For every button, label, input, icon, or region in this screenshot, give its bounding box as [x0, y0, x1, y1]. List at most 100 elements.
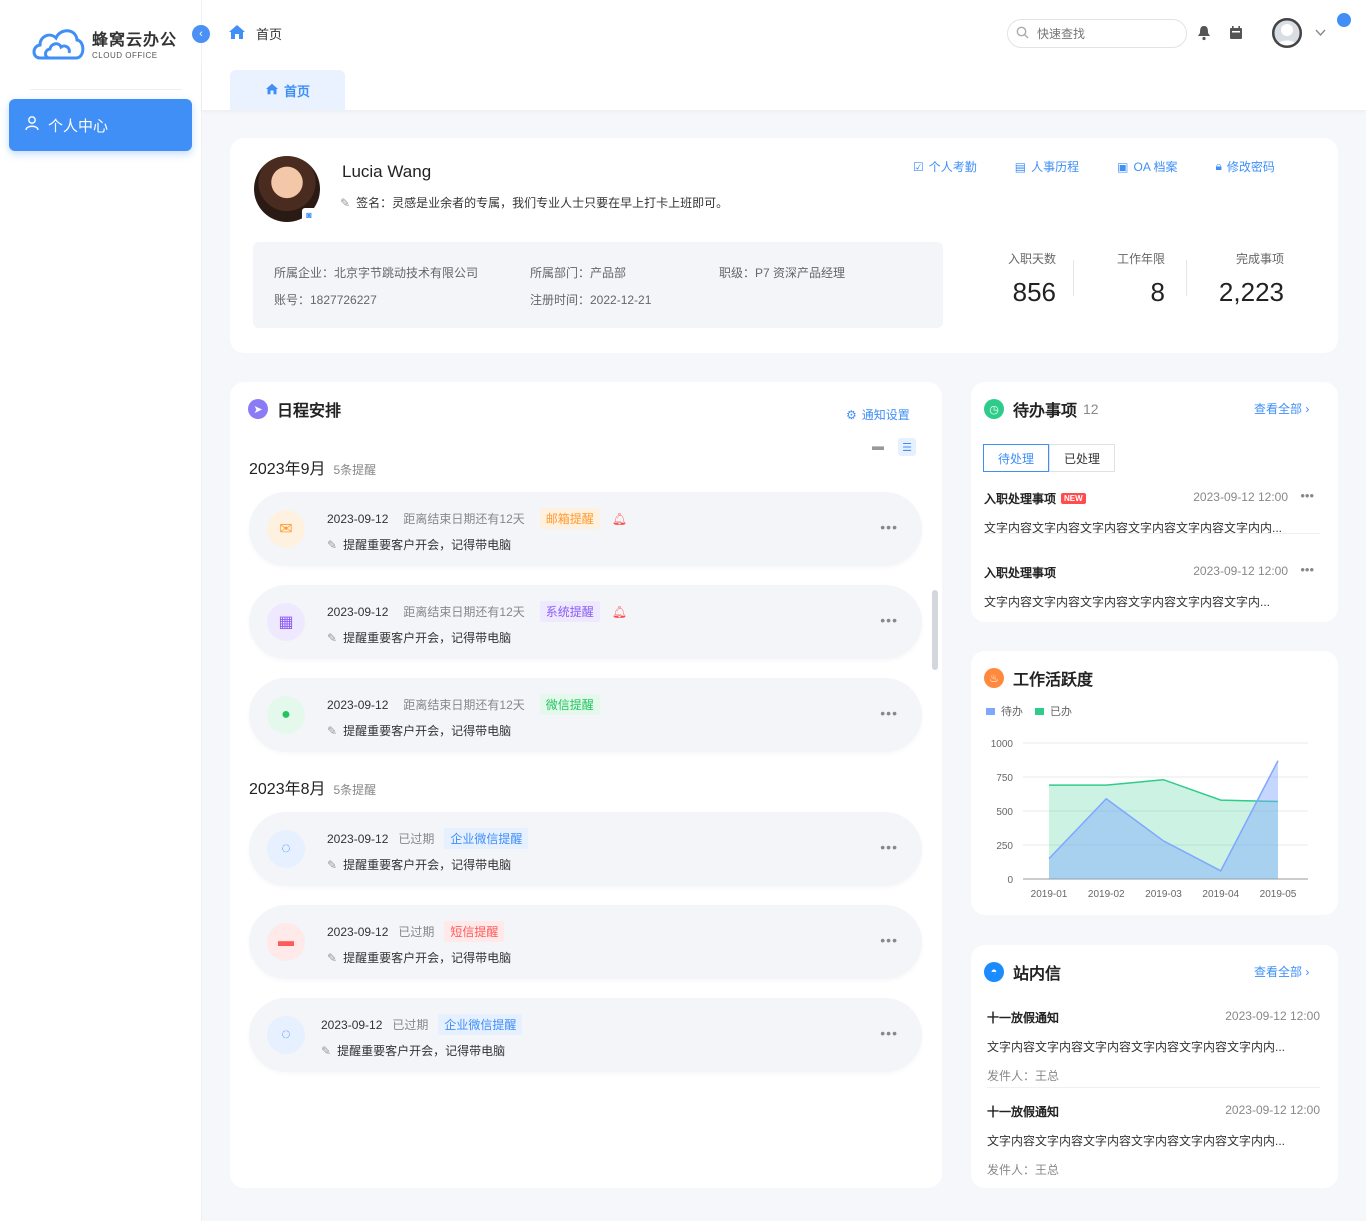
notification-dot[interactable] — [1337, 13, 1351, 27]
message-item[interactable]: 十一放假通知 2023-09-12 12:00 文字内容文字内容文字内容文字内容… — [987, 1009, 1320, 1084]
event-tag: 系统提醒 — [539, 601, 600, 622]
collapse-sidebar-button[interactable]: ‹ — [192, 25, 210, 43]
list-view-icon[interactable]: ☰ — [898, 438, 916, 456]
event-note: 提醒重要客户开会，记得带电脑 — [343, 538, 512, 552]
more-icon[interactable]: ••• — [880, 612, 898, 628]
change-password-link[interactable]: 🔒︎ 修改密码 — [1216, 158, 1275, 175]
more-icon[interactable]: ••• — [880, 1025, 898, 1041]
rank-info: 职级：P7 资深产品经理 — [719, 266, 846, 280]
sidebar-item-label: 个人中心 — [48, 117, 109, 135]
activity-header: ♨ 工作活跃度 — [984, 666, 1093, 690]
message-time: 2023-09-12 12:00 — [1225, 1103, 1320, 1117]
section-title: 工作活跃度 — [1013, 672, 1094, 689]
search-box[interactable] — [1007, 19, 1187, 48]
divider — [1186, 260, 1187, 296]
profile-card: ◙ Lucia Wang ✎ 签名：灵感是业余者的专属，我们专业人士只要在早上打… — [230, 138, 1338, 353]
legend-label: 待办 — [1001, 706, 1023, 718]
x-tick-label: 2019-02 — [1088, 889, 1125, 900]
tab-label: 首页 — [283, 83, 310, 99]
section-title: 站内信 — [1013, 966, 1062, 983]
message-sender: 发件人：王总 — [987, 1069, 1060, 1083]
x-tick-label: 2019-05 — [1260, 889, 1297, 900]
cloud-logo-icon — [32, 29, 85, 60]
signature-text: 签名：灵感是业余者的专属，我们专业人士只要在早上打卡上班即可。 — [356, 196, 729, 210]
user-icon — [24, 115, 40, 135]
x-tick-label: 2019-03 — [1145, 889, 1182, 900]
register-info: 注册时间：2022-12-21 — [530, 293, 652, 307]
more-icon[interactable]: ••• — [1300, 562, 1314, 577]
tab-done[interactable]: 已处理 — [1049, 444, 1116, 472]
edit-icon: ✎ — [327, 723, 338, 738]
schedule-item[interactable]: ▬ 2023-09-12 已过期 短信提醒 ✎ 提醒重要客户开会，记得带电脑 ••• — [249, 905, 922, 979]
stat-value: 2,223 — [1218, 277, 1284, 307]
edit-icon: ✎ — [327, 537, 338, 552]
breadcrumb-item[interactable]: 首页 — [256, 24, 282, 43]
schedule-item[interactable]: ● 2023-09-12 距离结束日期还有12天 微信提醒 ✎ 提醒重要客户开会，记得… — [249, 678, 922, 752]
user-avatar[interactable] — [1272, 18, 1302, 48]
link-label: 查看全部 — [1254, 402, 1303, 416]
schedule-item[interactable]: ◌ 2023-09-12 已过期 企业微信提醒 ✎ 提醒重要客户开会，记得带电脑 ••… — [249, 998, 922, 1072]
event-tag: 短信提醒 — [444, 921, 505, 942]
month-heading: 2023年9月 5条提醒 — [249, 455, 376, 479]
gear-icon: ⚙ — [846, 407, 857, 422]
schedule-item[interactable]: ✉ 2023-09-12 距离结束日期还有12天 邮箱提醒 🔔︎ ✎ 提醒重要客户开会，… — [249, 492, 922, 566]
legend-label: 已办 — [1050, 706, 1072, 718]
stat-label: 入职天数 — [1007, 252, 1056, 266]
todo-item[interactable]: 入职处理事项 NEW 2023-09-12 12:00 ••• 文字内容文字内容文… — [984, 488, 1324, 536]
mail-icon: ✉ — [267, 510, 305, 548]
profile-signature[interactable]: ✎ 签名：灵感是业余者的专属，我们专业人士只要在早上打卡上班即可。 — [340, 194, 728, 211]
todo-count: 12 — [1083, 401, 1099, 417]
notify-settings-link[interactable]: ⚙ 通知设置 — [846, 406, 910, 423]
apps-icon: ▦ — [267, 603, 305, 641]
more-icon[interactable]: ••• — [880, 932, 898, 948]
x-tick-label: 2019-01 — [1031, 889, 1068, 900]
wechat-icon: ● — [267, 696, 305, 734]
hr-history-link[interactable]: ▤ 人事历程 — [1015, 158, 1079, 175]
lock-icon: 🔒︎ — [1215, 159, 1222, 173]
app-name-en: CLOUD OFFICE — [92, 51, 158, 60]
home-icon — [265, 83, 279, 98]
event-date: 2023-09-12 — [327, 924, 389, 939]
calendar-view-icon[interactable]: ▬ — [872, 439, 884, 453]
oa-archive-link[interactable]: ▣ OA 档案 — [1117, 158, 1177, 175]
more-icon[interactable]: ••• — [1300, 488, 1314, 503]
message-card: ◓ 站内信 查看全部 › 十一放假通知 2023-09-12 12:00 文字内… — [971, 945, 1338, 1188]
top-bar: 首页 — [202, 0, 1366, 68]
event-note: 提醒重要客户开会，记得带电脑 — [343, 724, 512, 738]
scrollbar[interactable] — [932, 590, 938, 670]
attendance-link[interactable]: ☑ 个人考勤 — [913, 158, 977, 175]
edit-icon: ✎ — [327, 857, 338, 872]
search-input[interactable] — [1037, 26, 1167, 41]
sms-icon: ▬ — [267, 923, 305, 961]
tab-home[interactable]: 首页 — [230, 70, 345, 110]
calendar-check-icon: ☑ — [913, 159, 924, 174]
message-item[interactable]: 十一放假通知 2023-09-12 12:00 文字内容文字内容文字内容文字内容… — [987, 1103, 1320, 1178]
calendar-icon[interactable] — [1229, 25, 1243, 43]
schedule-card: ➤ 日程安排 ⚙ 通知设置 ▬ ☰ 2023年9月 5条提醒 ✉ 2023-09-… — [230, 382, 942, 1188]
camera-icon[interactable]: ◙ — [302, 208, 316, 222]
todo-item[interactable]: 入职处理事项 2023-09-12 12:00 ••• 文字内容文字内容文字内容… — [984, 562, 1324, 610]
breadcrumb: 首页 — [228, 24, 282, 43]
bell-icon[interactable] — [1197, 25, 1211, 44]
schedule-item[interactable]: ◌ 2023-09-12 已过期 企业微信提醒 ✎ 提醒重要客户开会，记得带电脑 ••… — [249, 812, 922, 886]
chevron-down-icon[interactable] — [1315, 26, 1326, 40]
tab-pending[interactable]: 待处理 — [983, 444, 1050, 472]
event-note: 提醒重要客户开会，记得带电脑 — [337, 1044, 506, 1058]
more-icon[interactable]: ••• — [880, 705, 898, 721]
fire-icon: ♨ — [984, 668, 1004, 688]
view-all-link[interactable]: 查看全部 › — [1254, 400, 1309, 417]
edit-icon: ✎ — [327, 630, 338, 645]
view-all-link[interactable]: 查看全部 › — [1254, 963, 1309, 980]
message-sender: 发件人：王总 — [987, 1163, 1060, 1177]
link-label: 通知设置 — [861, 408, 910, 422]
stat-value: 8 — [1150, 277, 1165, 307]
schedule-item[interactable]: ▦ 2023-09-12 距离结束日期还有12天 系统提醒 🔔︎ ✎ 提醒重要客户开会，… — [249, 585, 922, 659]
app-logo[interactable]: 蜂窝云办公 CLOUD OFFICE — [30, 24, 177, 62]
sidebar-item-personal-center[interactable]: 个人中心 — [9, 99, 192, 151]
todo-header: ◷ 待办事项 12 — [984, 397, 1099, 421]
event-status: 距离结束日期还有12天 — [403, 512, 525, 526]
id-card-icon: ▣ — [1117, 159, 1129, 174]
more-icon[interactable]: ••• — [880, 839, 898, 855]
home-icon[interactable] — [228, 24, 246, 43]
more-icon[interactable]: ••• — [880, 519, 898, 535]
